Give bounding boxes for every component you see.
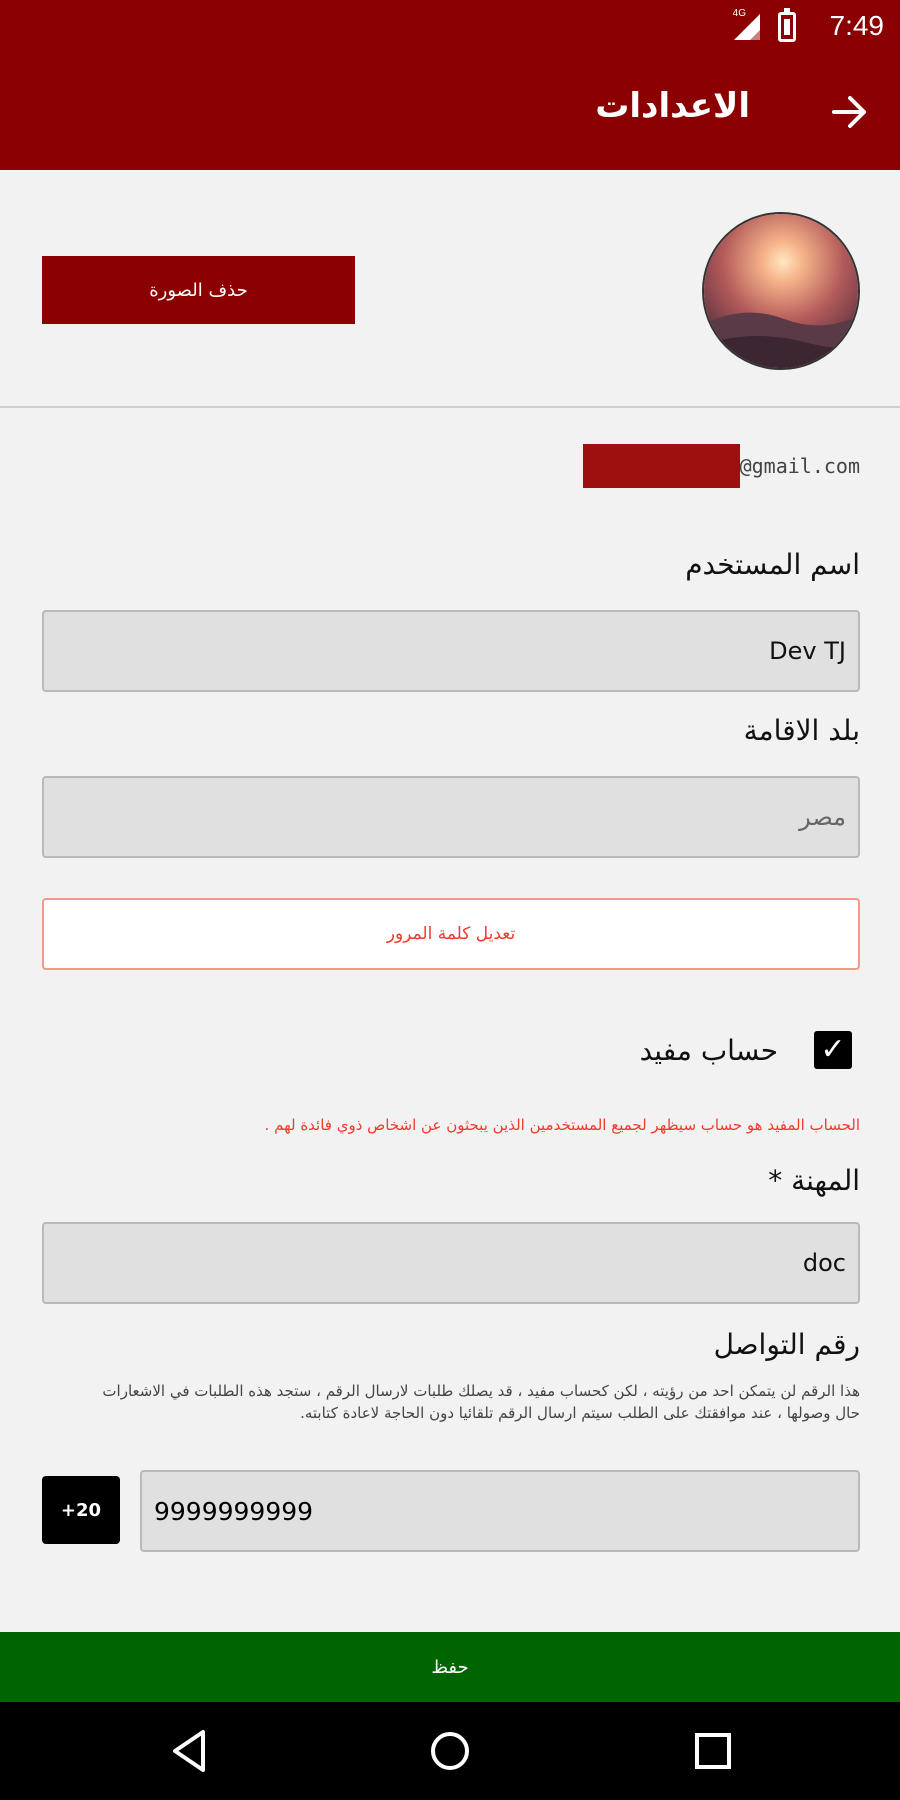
useful-account-row[interactable]: ✓ حساب مفيد — [640, 1020, 860, 1080]
change-password-button[interactable]: تعديل كلمة المرور — [42, 898, 860, 970]
delete-photo-button[interactable]: حذف الصورة — [42, 256, 355, 324]
profession-field[interactable] — [42, 1222, 860, 1304]
network-type-label: 4G — [732, 8, 746, 19]
email-domain: @gmail.com — [739, 454, 860, 478]
residence-label: بلد الاقامة — [743, 714, 860, 747]
useful-account-label: حساب مفيد — [639, 1033, 778, 1067]
email-redaction — [582, 444, 740, 488]
email-display: @gmail.com — [582, 444, 860, 488]
avatar[interactable] — [702, 212, 860, 370]
home-circle-icon[interactable] — [423, 1724, 477, 1778]
arrow-right-icon[interactable] — [828, 90, 872, 134]
back-triangle-icon[interactable] — [163, 1724, 217, 1778]
contact-label: رقم التواصل — [713, 1328, 860, 1361]
avatar-image — [704, 214, 858, 368]
profession-label: المهنة * — [768, 1164, 860, 1197]
navigation-bar — [0, 1702, 900, 1800]
username-field[interactable] — [42, 610, 860, 692]
phone-field[interactable] — [140, 1470, 860, 1552]
useful-account-checkbox[interactable]: ✓ — [814, 1031, 852, 1069]
status-bar: 4G 7:49 — [0, 0, 900, 54]
page-title: الاعدادات — [595, 86, 750, 126]
recents-square-icon[interactable] — [686, 1724, 740, 1778]
profile-section: حذف الصورة — [0, 170, 900, 408]
contact-note: هذا الرقم لن يتمكن احد من رؤيته ، لكن كح… — [102, 1382, 860, 1422]
status-time: 7:49 — [829, 10, 885, 41]
username-label: اسم المستخدم — [685, 548, 860, 581]
country-code-button[interactable]: +20 — [42, 1476, 120, 1544]
save-button[interactable]: حفظ — [0, 1632, 900, 1702]
app-bar: الاعدادات — [0, 54, 900, 170]
useful-account-note: الحساب المفيد هو حساب سيظهر لجميع المستخ… — [264, 1116, 860, 1134]
residence-field[interactable] — [42, 776, 860, 858]
battery-icon — [778, 8, 796, 42]
